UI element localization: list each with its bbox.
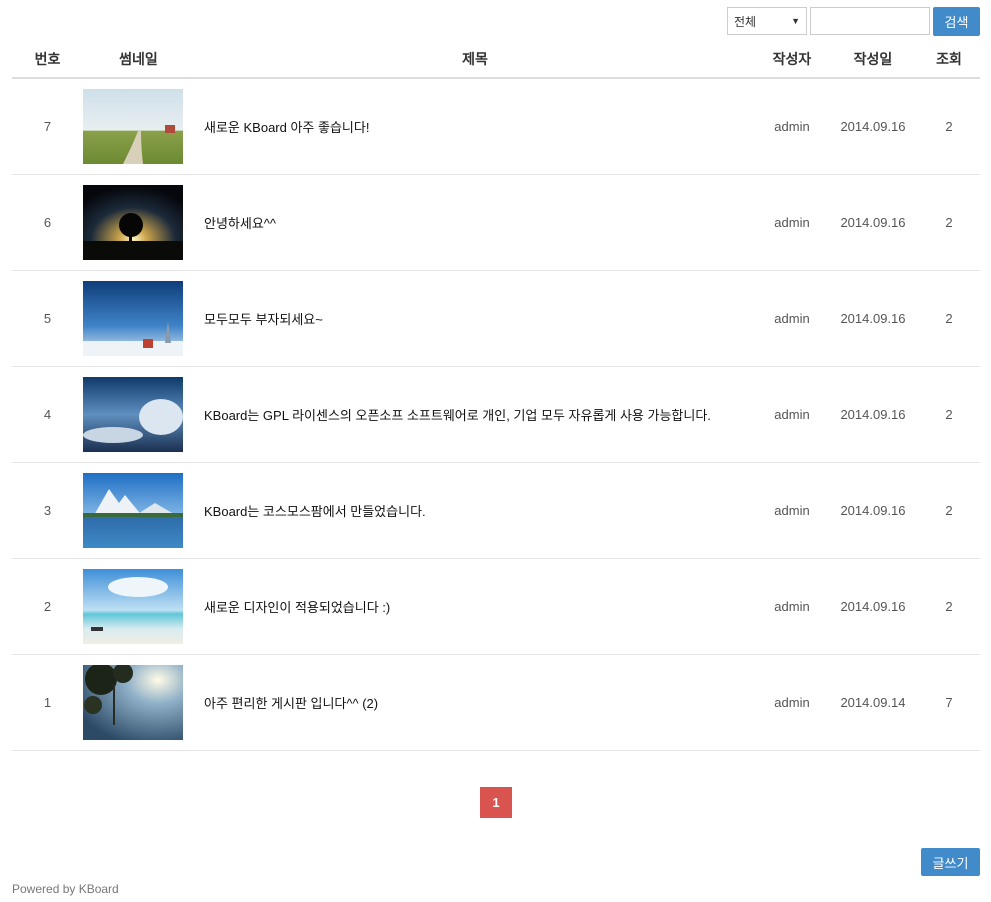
header-title: 제목 xyxy=(194,41,756,79)
row-views: 2 xyxy=(918,462,980,559)
page-1-button[interactable]: 1 xyxy=(480,787,512,818)
row-title-link[interactable]: KBoard는 GPL 라이센스의 오픈소프 소프트웨어로 개인, 기업 모두 … xyxy=(194,366,756,463)
row-author: admin xyxy=(756,174,828,271)
row-thumbnail-cell[interactable] xyxy=(83,462,194,559)
row-title-link[interactable]: 새로운 디자인이 적용되었습니다 :) xyxy=(194,558,756,655)
row-author: admin xyxy=(756,558,828,655)
row-title-link[interactable]: 모두모두 부자되세요~ xyxy=(194,270,756,367)
thumbnail-image[interactable] xyxy=(83,473,183,548)
thumbnail-image[interactable] xyxy=(83,281,183,356)
row-date: 2014.09.16 xyxy=(828,78,918,175)
row-views: 2 xyxy=(918,78,980,175)
row-title-link[interactable]: 새로운 KBoard 아주 좋습니다! xyxy=(194,78,756,175)
thumbnail-image[interactable] xyxy=(83,377,183,452)
row-thumbnail-cell[interactable] xyxy=(83,558,194,655)
row-author: admin xyxy=(756,654,828,751)
row-date: 2014.09.16 xyxy=(828,462,918,559)
row-thumbnail-cell[interactable] xyxy=(83,654,194,751)
row-author: admin xyxy=(756,366,828,463)
header-thumb: 썸네일 xyxy=(83,41,194,79)
row-date: 2014.09.16 xyxy=(828,558,918,655)
row-views: 2 xyxy=(918,558,980,655)
row-author: admin xyxy=(756,78,828,175)
table-row[interactable]: 7 새로운 KBoard 아주 좋습니다! admin 2014.09.16 2 xyxy=(12,78,980,175)
thumbnail-image[interactable] xyxy=(83,569,183,644)
row-number: 6 xyxy=(12,174,83,271)
row-views: 7 xyxy=(918,654,980,751)
row-author: admin xyxy=(756,462,828,559)
row-author: admin xyxy=(756,270,828,367)
thumbnail-image[interactable] xyxy=(83,185,183,260)
row-date: 2014.09.14 xyxy=(828,654,918,751)
board-table: 번호 썸네일 제목 작성자 작성일 조회 7 새로운 KBoard 아주 좋습니다… xyxy=(12,41,980,751)
row-title-link[interactable]: KBoard는 코스모스팜에서 만들었습니다. xyxy=(194,462,756,559)
row-views: 2 xyxy=(918,270,980,367)
table-row[interactable]: 1 아주 편리한 게시판 입니다^^ (2) admin 2014.09.14 7 xyxy=(12,654,980,751)
search-button[interactable]: 검색 xyxy=(933,7,980,36)
row-thumbnail-cell[interactable] xyxy=(83,78,194,175)
search-scope-value: 전체 xyxy=(734,14,757,29)
row-number: 2 xyxy=(12,558,83,655)
row-views: 2 xyxy=(918,366,980,463)
table-row[interactable]: 3 KBoard는 코스모스팜에서 만들었습니다. admin 2014.09.16 2 xyxy=(12,462,980,559)
table-row[interactable]: 2 새로운 디자인이 적용되었습니다 :) admin 2014.09.16 2 xyxy=(12,558,980,655)
header-no: 번호 xyxy=(12,41,83,79)
row-date: 2014.09.16 xyxy=(828,366,918,463)
row-thumbnail-cell[interactable] xyxy=(83,174,194,271)
table-header-row: 번호 썸네일 제목 작성자 작성일 조회 xyxy=(12,41,980,79)
thumbnail-image[interactable] xyxy=(83,665,183,740)
header-author: 작성자 xyxy=(756,41,828,79)
row-title-link[interactable]: 아주 편리한 게시판 입니다^^ (2) xyxy=(194,654,756,751)
row-thumbnail-cell[interactable] xyxy=(83,270,194,367)
search-input[interactable] xyxy=(810,7,930,35)
search-bar: 전체 ▼ 검색 xyxy=(727,7,980,36)
row-views: 2 xyxy=(918,174,980,271)
row-title-link[interactable]: 안녕하세요^^ xyxy=(194,174,756,271)
chevron-down-icon: ▼ xyxy=(791,16,800,26)
write-button[interactable]: 글쓰기 xyxy=(921,848,980,876)
row-thumbnail-cell[interactable] xyxy=(83,366,194,463)
table-row[interactable]: 6 안녕하세요^^ admin 2014.09.16 2 xyxy=(12,174,980,271)
powered-by-link[interactable]: Powered by KBoard xyxy=(12,882,119,896)
row-number: 7 xyxy=(12,78,83,175)
search-scope-select[interactable]: 전체 ▼ xyxy=(727,7,807,35)
row-date: 2014.09.16 xyxy=(828,174,918,271)
header-views: 조회 xyxy=(918,41,980,79)
row-number: 3 xyxy=(12,462,83,559)
row-number: 1 xyxy=(12,654,83,751)
row-number: 4 xyxy=(12,366,83,463)
row-number: 5 xyxy=(12,270,83,367)
table-row[interactable]: 4 KBoard는 GPL 라이센스의 오픈소프 소프트웨어로 개인, 기업 모두… xyxy=(12,366,980,463)
header-date: 작성일 xyxy=(828,41,918,79)
row-date: 2014.09.16 xyxy=(828,270,918,367)
thumbnail-image[interactable] xyxy=(83,89,183,164)
table-row[interactable]: 5 모두모두 부자되세요~ admin 2014.09.16 2 xyxy=(12,270,980,367)
